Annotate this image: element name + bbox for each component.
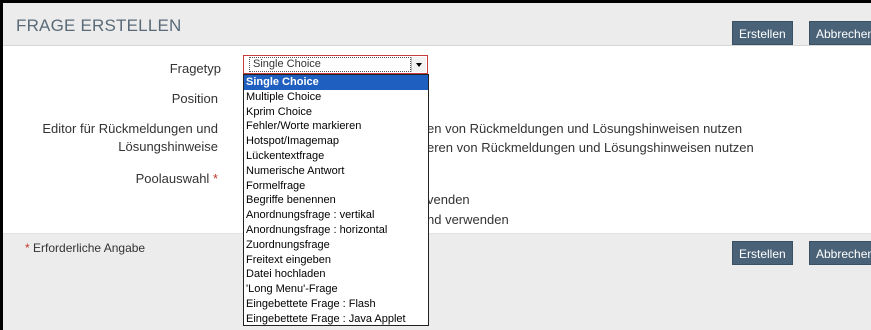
dropdown-option[interactable]: Eingebettete Frage : Flash [244, 297, 428, 312]
question-form: Fragetyp Position Editor für Rückmeldung… [3, 46, 871, 234]
dropdown-option[interactable]: Anordnungsfrage : vertikal [244, 208, 428, 223]
dropdown-option[interactable]: Anordnungsfrage : horizontal [244, 223, 428, 238]
chevron-down-icon[interactable] [411, 57, 426, 72]
fragetyp-select[interactable]: Single Choice [243, 55, 428, 74]
editor-label-line1: Editor für Rückmeldungen und [42, 121, 218, 136]
pool-option-1-text[interactable]: venden [427, 192, 470, 207]
cancel-button-top[interactable]: Abbrechen [809, 21, 871, 45]
editor-option-1-text[interactable]: en von Rückmeldungen und Lösungshinweise… [427, 121, 742, 136]
question-create-panel: FRAGE ERSTELLEN Erstellen Abbrechen Frag… [3, 3, 871, 330]
dropdown-option[interactable]: Eingebettete Frage : Java Applet [244, 312, 428, 325]
editor-option-2-text[interactable]: eren von Rückmeldungen und Lösungshinwei… [427, 140, 754, 155]
poolauswahl-label: Poolauswahl * [135, 171, 218, 186]
create-button-top[interactable]: Erstellen [732, 21, 793, 45]
cancel-button-bottom[interactable]: Abbrechen [809, 241, 871, 265]
panel-header: FRAGE ERSTELLEN Erstellen Abbrechen [3, 3, 871, 46]
dropdown-option[interactable]: Datei hochladen [244, 267, 428, 282]
dropdown-option[interactable]: Kprim Choice [244, 105, 428, 120]
create-button-bottom[interactable]: Erstellen [732, 241, 793, 265]
required-note-text: Erforderliche Angabe [33, 241, 146, 255]
fragetyp-select-value: Single Choice [249, 57, 411, 72]
fragetyp-label: Fragetyp [169, 61, 221, 76]
required-note-marker: * [25, 241, 30, 255]
required-note: * Erforderliche Angabe [25, 241, 145, 255]
dropdown-option[interactable]: Zuordnungsfrage [244, 238, 428, 253]
dropdown-option[interactable]: Multiple Choice [244, 90, 428, 105]
pool-option-2-text[interactable]: nd verwenden [427, 212, 509, 227]
dropdown-option[interactable]: Lückentextfrage [244, 149, 428, 164]
dropdown-option[interactable]: 'Long Menu'-Frage [244, 282, 428, 297]
page-title: FRAGE ERSTELLEN [16, 16, 182, 35]
dropdown-option[interactable]: Freitext eingeben [244, 253, 428, 268]
dropdown-option[interactable]: Hotspot/Imagemap [244, 134, 428, 149]
dropdown-option[interactable]: Begriffe benennen [244, 193, 428, 208]
required-marker: * [212, 171, 218, 186]
dropdown-option[interactable]: Formelfrage [244, 179, 428, 194]
dropdown-option[interactable]: Fehler/Worte markieren [244, 119, 428, 134]
dropdown-option[interactable]: Numerische Antwort [244, 164, 428, 179]
dropdown-option[interactable]: Single Choice [244, 75, 428, 90]
position-label: Position [171, 91, 218, 106]
editor-label-line2: Lösungshinweise [118, 139, 218, 154]
fragetyp-dropdown-list: Single Choice Multiple Choice Kprim Choice… [243, 74, 429, 326]
